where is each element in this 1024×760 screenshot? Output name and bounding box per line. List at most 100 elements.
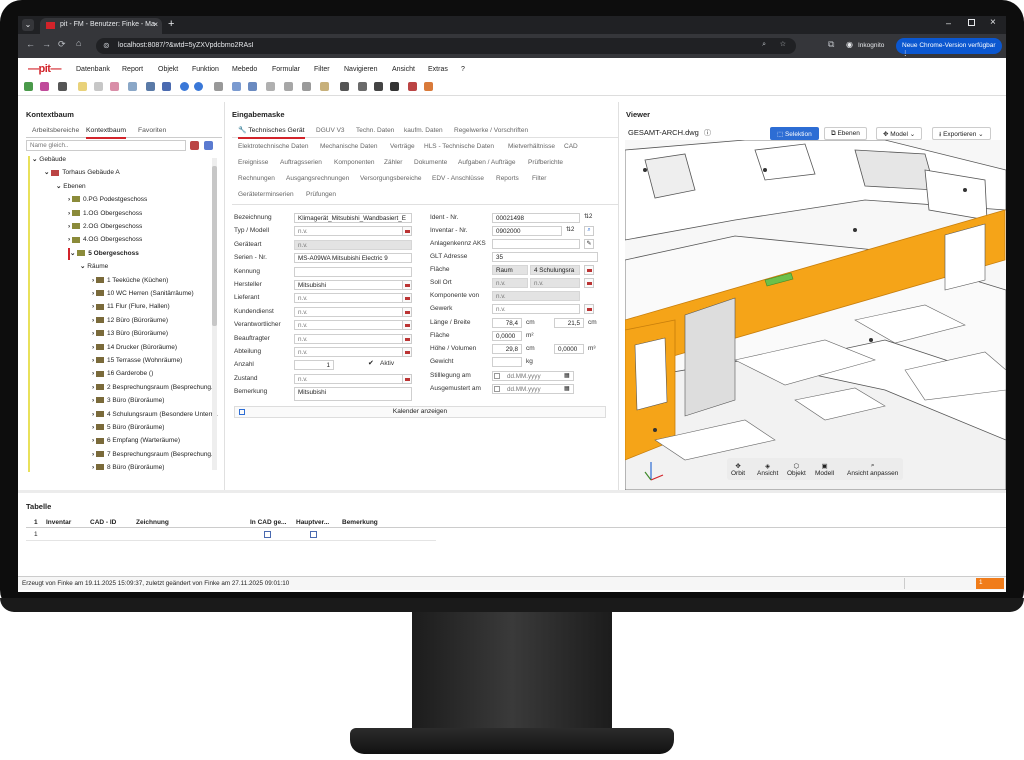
- home-icon[interactable]: ⌂: [76, 38, 81, 48]
- menu-datenbank[interactable]: Datenbank: [76, 66, 110, 73]
- tab-versorgungsbereiche[interactable]: Versorgungsbereiche: [360, 175, 421, 182]
- close-window-icon[interactable]: ×: [990, 17, 996, 28]
- tab-kontextbaum[interactable]: Kontextbaum: [86, 127, 127, 139]
- field-select-icon[interactable]: [402, 373, 412, 384]
- stilllegung-checkbox[interactable]: [494, 373, 500, 379]
- field-select-icon[interactable]: [402, 280, 412, 290]
- paste-icon[interactable]: [110, 82, 119, 91]
- komponente-field[interactable]: n.v.: [492, 291, 580, 301]
- close-tab-icon[interactable]: ×: [153, 20, 158, 29]
- tree-node[interactable]: ⌄ Räume: [80, 261, 108, 273]
- reload-icon[interactable]: ⟳: [58, 39, 66, 50]
- cad-viewport[interactable]: ✥ Orbit ◈ Ansicht ⬡ Objekt ▣ Modell ⌕ Ansicht…: [625, 140, 1006, 490]
- col-rownum[interactable]: 1: [34, 519, 38, 526]
- forward-icon[interactable]: →: [42, 39, 51, 49]
- tab-mechanische[interactable]: Mechanische Daten: [320, 143, 377, 150]
- inventar-field[interactable]: 0902000: [492, 226, 562, 236]
- tree-node[interactable]: ⌄ Torhaus Gebäude A: [44, 167, 120, 179]
- calendar-button[interactable]: Kalender anzeigen: [234, 406, 606, 418]
- edit-icon[interactable]: [128, 82, 137, 91]
- tree-node[interactable]: › 16 Garderobe (): [92, 368, 153, 380]
- flaeche2-field[interactable]: 0,0000: [492, 331, 522, 341]
- form-field[interactable]: n.v.: [294, 239, 412, 250]
- tab-regelwerke[interactable]: Regelwerke / Vorschriften: [454, 127, 528, 134]
- tab-reports[interactable]: Reports: [496, 175, 519, 182]
- table-row[interactable]: 1: [26, 529, 436, 541]
- form-field[interactable]: n.v.: [294, 293, 412, 304]
- tree-node[interactable]: › 11 Flur (Flure, Hallen): [92, 301, 170, 313]
- tree-node[interactable]: › 12 Büro (Büroräume): [92, 315, 168, 327]
- tools-icon[interactable]: [424, 82, 433, 91]
- filter-icon[interactable]: [232, 82, 241, 91]
- list-icon[interactable]: [146, 82, 155, 91]
- tab-favoriten[interactable]: Favoriten: [138, 127, 166, 134]
- minimize-icon[interactable]: –: [946, 18, 951, 28]
- tree-search-input[interactable]: Name gleich..: [26, 140, 186, 151]
- tree-node[interactable]: › 2.OG Obergeschoss: [68, 221, 142, 233]
- tab-ausgangsrechnungen[interactable]: Ausgangsrechnungen: [286, 175, 349, 182]
- tab-zaehler[interactable]: Zähler: [384, 159, 402, 166]
- ausgemustert-date-field[interactable]: dd.MM.yyyy: [492, 384, 574, 394]
- cad-icon[interactable]: [340, 82, 349, 91]
- id-generate-icon[interactable]: ⇅2: [584, 213, 592, 220]
- ausgemustert-calendar-icon[interactable]: ▦: [564, 385, 570, 392]
- chevron-down-icon[interactable]: ⌄: [70, 250, 77, 257]
- form-field[interactable]: [294, 266, 412, 277]
- address-bar[interactable]: ⊚ localhost:8087/?&wtd=5yZXVpdcbmo2RAsI …: [96, 38, 796, 54]
- form-field[interactable]: 1: [294, 360, 334, 371]
- tab-geraeteterminserien[interactable]: Geräteterminserien: [238, 191, 294, 198]
- maximize-icon[interactable]: [968, 19, 975, 26]
- gewicht-field[interactable]: [492, 357, 522, 367]
- new-tab-icon[interactable]: +: [168, 18, 174, 30]
- hauptver-checkbox[interactable]: [310, 531, 317, 538]
- browser-tab[interactable]: pit - FM - Benutzer: Finke - Ma ×: [40, 18, 162, 34]
- tree-options-icon[interactable]: [204, 141, 213, 150]
- glt-field[interactable]: 35: [492, 252, 598, 262]
- report-icon[interactable]: [302, 82, 311, 91]
- tab-search-icon[interactable]: ⌄: [22, 19, 34, 31]
- model-button[interactable]: ✥ Model ⌄: [876, 127, 923, 140]
- hoehe-field[interactable]: 29,8: [492, 344, 522, 354]
- export-button[interactable]: ⭳ Exportieren ⌄: [932, 127, 991, 140]
- form-field[interactable]: n.v.: [294, 306, 412, 317]
- form-field[interactable]: n.v.: [294, 333, 412, 344]
- form-field[interactable]: MS-A09WA Mitsubishi Electric 9: [294, 253, 412, 264]
- tree-node[interactable]: › 8 Büro (Büroräume): [92, 462, 164, 474]
- back-icon[interactable]: ←: [26, 39, 35, 49]
- selektion-button[interactable]: ⬚ Selektion: [770, 127, 819, 140]
- tree-node[interactable]: › 14 Drucker (Büroräume): [92, 342, 177, 354]
- tab-mietverhaeltnisse[interactable]: Mietverhältnisse: [508, 143, 555, 150]
- form-field[interactable]: n.v.: [294, 320, 412, 331]
- menu-funktion[interactable]: Funktion: [192, 66, 219, 73]
- ausgemustert-checkbox[interactable]: [494, 386, 500, 392]
- left-separator[interactable]: [224, 102, 225, 490]
- flaeche-type-field[interactable]: Raum: [492, 265, 528, 275]
- menu-objekt[interactable]: Objekt: [158, 66, 178, 73]
- tree-node[interactable]: ⌄ 5 Obergeschoss: [68, 247, 139, 260]
- sollort-select-icon[interactable]: [584, 278, 594, 288]
- site-info-icon[interactable]: ⊚: [103, 41, 110, 50]
- sollort-type-field[interactable]: n.v.: [492, 278, 528, 288]
- file-info-icon[interactable]: ⓘ: [704, 128, 711, 138]
- docs-icon[interactable]: [320, 82, 329, 91]
- tree-node[interactable]: › 2 Besprechungsraum (Besprechung...: [92, 382, 216, 394]
- modell-tool[interactable]: ▣ Modell: [815, 462, 834, 477]
- tree-node[interactable]: ⌄ Ebenen: [56, 181, 86, 193]
- tab-pruefberichte[interactable]: Prüfberichte: [528, 159, 563, 166]
- tree-node[interactable]: › 6 Empfang (Warteräume): [92, 435, 180, 447]
- fit-view-tool[interactable]: ⌕ Ansicht anpassen: [847, 462, 898, 477]
- save-icon[interactable]: [40, 82, 49, 91]
- tab-pruefungen[interactable]: Prüfungen: [306, 191, 336, 198]
- col-zeichnung[interactable]: Zeichnung: [136, 519, 169, 526]
- menu-mebedo[interactable]: Mebedo: [232, 66, 257, 73]
- chrome-update-button[interactable]: Neue Chrome-Version verfügbar ⋮: [896, 38, 1002, 57]
- orbit-tool[interactable]: ✥ Orbit: [731, 462, 745, 477]
- col-bemerkung[interactable]: Bemerkung: [342, 519, 378, 526]
- ansicht-tool[interactable]: ◈ Ansicht: [757, 462, 778, 477]
- chevron-down-icon[interactable]: ⌄: [44, 169, 51, 176]
- tab-techn-daten[interactable]: Techn. Daten: [356, 127, 394, 134]
- chart-icon[interactable]: [266, 82, 275, 91]
- form-field[interactable]: Klimagerät_Mitsubishi_Wandbasiert_E: [294, 213, 412, 223]
- field-select-icon[interactable]: [402, 347, 412, 357]
- field-select-icon[interactable]: [402, 226, 412, 237]
